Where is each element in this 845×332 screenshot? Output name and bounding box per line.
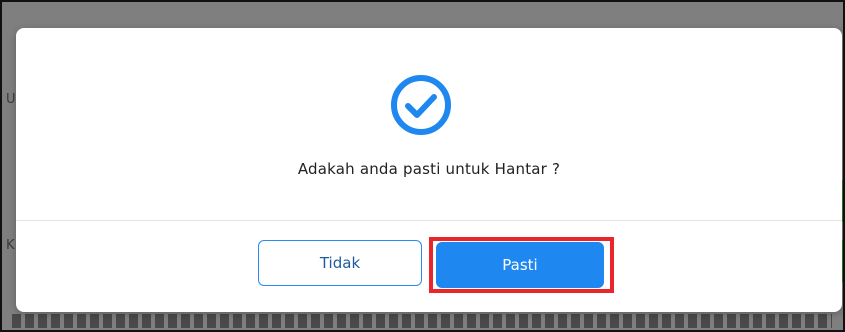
dialog-divider (16, 220, 842, 221)
confirm-button[interactable]: Pasti (436, 242, 604, 288)
confirmation-dialog: Adakah anda pasti untuk Hantar ? Tidak P… (16, 28, 842, 312)
check-circle-icon (391, 75, 451, 135)
dialog-message: Adakah anda pasti untuk Hantar ? (297, 160, 561, 178)
cancel-button[interactable]: Tidak (258, 240, 422, 286)
